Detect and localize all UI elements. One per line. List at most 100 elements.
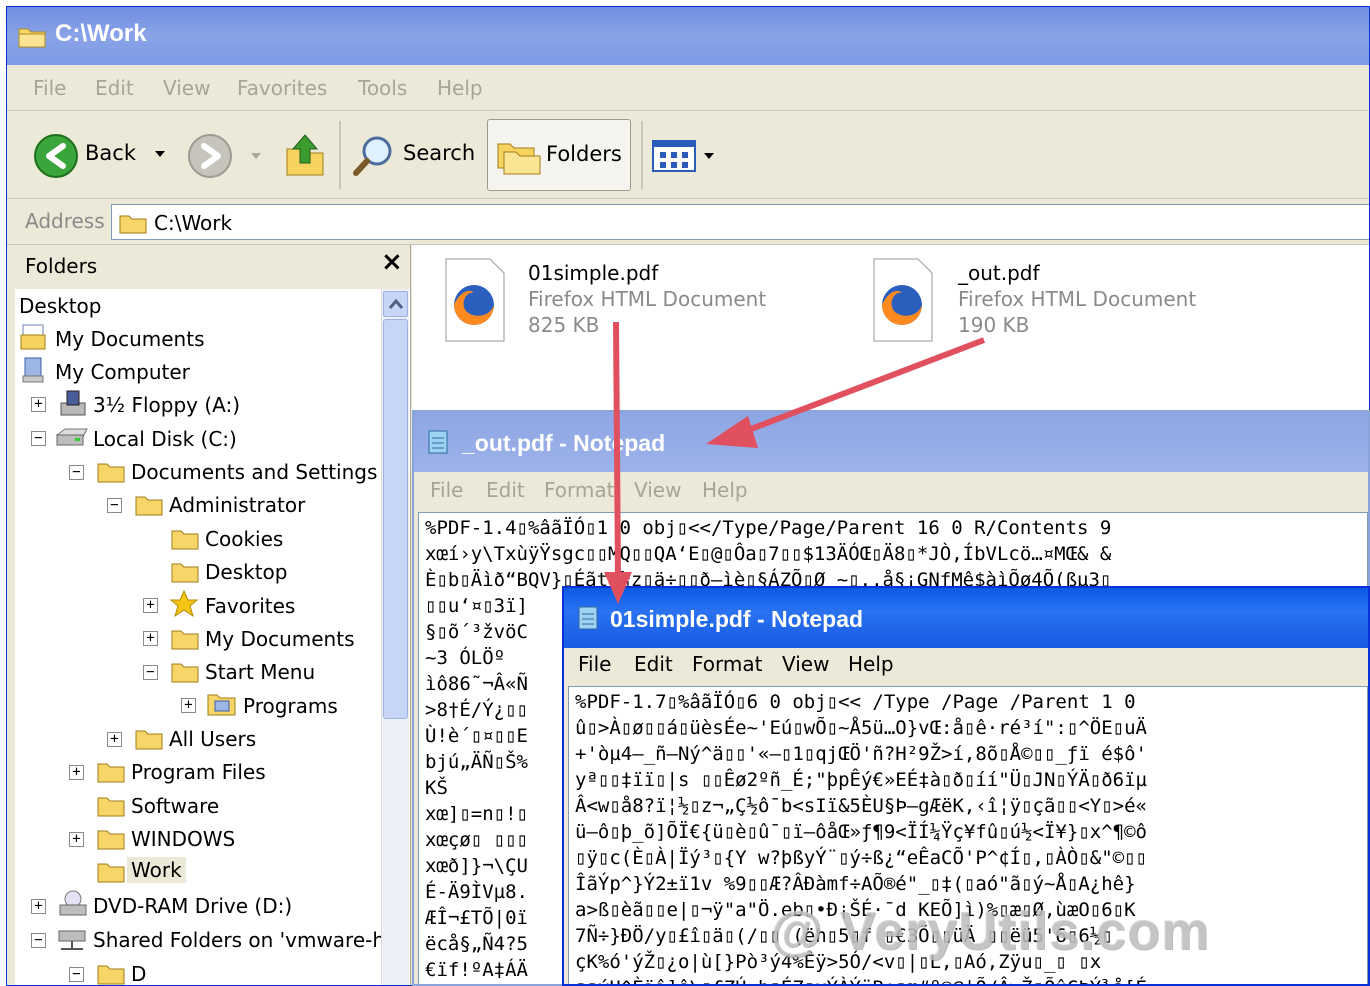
tree-item-administrator[interactable]: Administrator (169, 493, 305, 517)
file-name: 01simple.pdf (528, 261, 659, 285)
toolbar: Back Search Folders (7, 111, 1369, 199)
file-size: 190 KB (958, 313, 1030, 337)
tree-item-dvd-drive[interactable]: DVD-RAM Drive (D:) (93, 894, 292, 918)
programs-folder-icon (207, 694, 236, 716)
collapse-icon[interactable]: − (143, 665, 158, 680)
tree-item-my-documents-sub[interactable]: My Documents (205, 627, 354, 651)
folders-pane-header: Folders × (15, 245, 410, 289)
folder-icon (171, 563, 199, 583)
file-item[interactable]: _out.pdf Firefox HTML Document 190 KB (868, 257, 1268, 347)
notepad-title: _out.pdf - Notepad (462, 430, 666, 456)
tree-item-all-users[interactable]: All Users (169, 727, 256, 751)
expand-icon[interactable]: + (181, 698, 196, 713)
tree-item-program-files[interactable]: Program Files (131, 760, 266, 784)
menu-format[interactable]: Format (544, 478, 614, 502)
tree-item-my-documents[interactable]: My Documents (55, 327, 204, 351)
search-button[interactable]: Search (347, 129, 477, 181)
menu-file[interactable]: File (430, 478, 463, 502)
notepad-menu-bar: File Edit Format View Help (414, 472, 1368, 512)
tree-item-floppy[interactable]: 3½ Floppy (A:) (93, 393, 240, 417)
collapse-icon[interactable]: − (69, 967, 84, 982)
folders-scrollbar[interactable] (381, 289, 409, 985)
folder-icon (97, 965, 125, 985)
toolbar-separator (339, 121, 341, 189)
menu-file[interactable]: File (33, 76, 66, 100)
expand-icon[interactable]: + (31, 397, 46, 412)
tree-item-start-menu[interactable]: Start Menu (205, 660, 315, 684)
scroll-up-button[interactable] (383, 291, 408, 317)
notepad-title-bar[interactable]: 01simple.pdf - Notepad (564, 588, 1368, 648)
views-icon (652, 140, 696, 172)
expand-icon[interactable]: + (143, 631, 158, 646)
menu-format[interactable]: Format (692, 652, 762, 676)
expand-icon[interactable]: + (69, 765, 84, 780)
tree-item-programs[interactable]: Programs (243, 694, 338, 718)
search-icon (353, 136, 392, 176)
expand-icon[interactable]: + (107, 732, 122, 747)
my-documents-icon (20, 324, 46, 350)
scroll-thumb[interactable] (383, 319, 408, 719)
hard-drive-icon (55, 428, 88, 446)
menu-help[interactable]: Help (848, 652, 894, 676)
title-bar[interactable]: C:\Work (7, 7, 1369, 65)
close-icon[interactable]: × (381, 247, 403, 277)
menu-view[interactable]: View (163, 76, 210, 100)
expand-icon[interactable]: + (143, 598, 158, 613)
menu-tools[interactable]: Tools (358, 76, 407, 100)
expand-icon[interactable]: + (69, 832, 84, 847)
collapse-icon[interactable]: − (31, 431, 46, 446)
menu-edit[interactable]: Edit (634, 652, 673, 676)
menu-help[interactable]: Help (437, 76, 483, 100)
menu-help[interactable]: Help (702, 478, 748, 502)
expand-icon[interactable]: + (31, 899, 46, 914)
folder-icon (97, 463, 125, 483)
menu-edit[interactable]: Edit (486, 478, 525, 502)
folder-icon (171, 630, 199, 650)
forward-dropdown-icon[interactable] (249, 151, 263, 161)
chevron-down-icon (704, 153, 714, 159)
notepad-title-bar[interactable]: _out.pdf - Notepad (414, 412, 1368, 472)
address-bar: Address C:\Work (7, 199, 1369, 245)
tree-item-desktop-sub[interactable]: Desktop (205, 560, 287, 584)
dropdown-arrow-icon[interactable] (153, 149, 167, 159)
chevron-up-icon (388, 298, 404, 309)
tree-item-windows[interactable]: WINDOWS (131, 827, 235, 851)
address-label: Address (25, 209, 105, 233)
address-value: C:\Work (154, 211, 233, 235)
menu-file[interactable]: File (578, 652, 611, 676)
folder-icon (171, 530, 199, 550)
menu-favorites[interactable]: Favorites (237, 76, 327, 100)
file-size: 825 KB (528, 313, 600, 337)
tree-item-work[interactable]: Work (127, 857, 186, 883)
tree-item-d[interactable]: D (131, 962, 146, 985)
folder-icon (119, 215, 147, 234)
collapse-icon[interactable]: − (31, 933, 46, 948)
folder-icon (18, 28, 46, 48)
tree-item-my-computer[interactable]: My Computer (55, 360, 190, 384)
address-field[interactable]: C:\Work (111, 204, 1369, 240)
forward-arrow-icon[interactable] (187, 133, 233, 179)
tree-item-cookies[interactable]: Cookies (205, 527, 283, 551)
menu-bar: File Edit View Favorites Tools Help (7, 65, 1369, 111)
views-button[interactable] (651, 137, 717, 177)
file-item[interactable]: 01simple.pdf Firefox HTML Document 825 K… (440, 257, 840, 347)
collapse-icon[interactable]: − (69, 465, 84, 480)
tree-item-local-disk[interactable]: Local Disk (C:) (93, 427, 237, 451)
folder-icon (171, 663, 199, 683)
tree-item-shared-folders[interactable]: Shared Folders on 'vmware-hc (93, 928, 396, 952)
menu-view[interactable]: View (634, 478, 681, 502)
up-folder-icon[interactable] (283, 131, 327, 179)
tree-item-documents-and-settings[interactable]: Documents and Settings (131, 460, 377, 484)
collapse-icon[interactable]: − (107, 498, 122, 513)
menu-view[interactable]: View (782, 652, 829, 676)
tree-item-favorites[interactable]: Favorites (205, 594, 295, 618)
tree-item-software[interactable]: Software (131, 794, 219, 818)
folder-icon (97, 797, 125, 817)
back-arrow-icon (34, 134, 78, 178)
menu-edit[interactable]: Edit (95, 76, 134, 100)
back-button[interactable]: Back (27, 129, 177, 181)
tree-item-desktop[interactable]: Desktop (19, 294, 101, 318)
notepad-icon (428, 430, 448, 454)
file-type: Firefox HTML Document (528, 287, 767, 311)
folders-button[interactable]: Folders (487, 119, 631, 191)
